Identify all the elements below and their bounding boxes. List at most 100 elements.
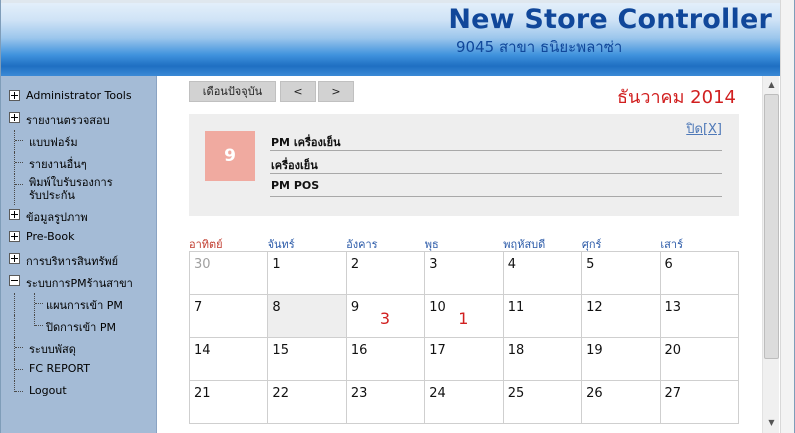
event-count-link[interactable]: 1 xyxy=(458,309,468,328)
current-month-button[interactable]: เดือนปัจจุบัน xyxy=(189,81,276,102)
day-number: 16 xyxy=(350,343,368,358)
calendar-day-cell[interactable]: 19 xyxy=(582,338,661,381)
calendar-day-cell[interactable]: 10 1 xyxy=(425,295,504,338)
day-number: 8 xyxy=(272,300,281,315)
calendar-day-cell[interactable]: 11 xyxy=(503,295,583,338)
calendar-day-cell[interactable]: 12 xyxy=(582,295,661,338)
collapse-minus-icon[interactable] xyxy=(9,275,20,286)
sidebar-item-administrator-tools[interactable]: Administrator Tools xyxy=(1,86,156,108)
calendar-day-cell[interactable]: 16 xyxy=(346,338,426,381)
tree-connector xyxy=(15,184,23,185)
sidebar-item-pre-book[interactable]: Pre-Book xyxy=(1,227,156,249)
calendar-day-cell[interactable]: 17 xyxy=(425,338,504,381)
calendar-day-cell[interactable]: 30 xyxy=(190,252,269,295)
pm-task-row[interactable]: PM เครื่องเย็น xyxy=(270,129,722,151)
tree-connector xyxy=(35,303,43,304)
sidebar-item-label-line1: พิมพ์ใบรับรองการ xyxy=(29,176,113,189)
tree-connector xyxy=(15,391,23,392)
day-number: 1 xyxy=(272,257,281,272)
content-scrollbar[interactable]: ▲ ▼ xyxy=(762,76,779,433)
day-number: 15 xyxy=(272,343,289,358)
sidebar-item-other-reports[interactable]: รายงานอื่นๆ xyxy=(1,152,156,174)
calendar-day-cell[interactable]: 14 xyxy=(190,338,269,381)
pm-task-row[interactable]: PM POS xyxy=(270,175,722,197)
tree-connector xyxy=(14,152,15,174)
next-month-button[interactable]: > xyxy=(318,81,354,102)
pm-task-row[interactable]: เครื่องเย็น xyxy=(270,152,722,174)
prev-month-button[interactable]: < xyxy=(280,81,316,102)
main-content: เดือนปัจจุบัน < > ธันวาคม 2014 ปิด[X] 9 … xyxy=(158,76,762,433)
sidebar-item-label: พิมพ์ใบรับรองการ รับประกัน xyxy=(29,176,113,202)
calendar-day-cell[interactable]: 15 xyxy=(268,338,347,381)
sidebar-item-print-warranty[interactable]: พิมพ์ใบรับรองการ รับประกัน xyxy=(1,174,156,205)
day-number: 11 xyxy=(507,300,525,315)
sidebar-item-pm-close[interactable]: ปิดการเข้า PM xyxy=(1,315,156,337)
calendar-day-cell[interactable]: 20 xyxy=(660,338,739,381)
sidebar-item-supplies-system[interactable]: ระบบพัสดุ xyxy=(1,337,156,359)
day-number: 19 xyxy=(586,343,603,358)
scroll-thumb[interactable] xyxy=(764,94,779,359)
calendar-day-cell[interactable]: 4 xyxy=(503,252,583,295)
calendar-day-cell[interactable]: 13 xyxy=(660,295,739,338)
day-number: 26 xyxy=(586,386,603,401)
calendar-day-cell[interactable]: 7 xyxy=(190,295,269,338)
expand-plus-icon[interactable] xyxy=(9,253,20,264)
scroll-up-arrow-icon[interactable]: ▲ xyxy=(764,77,779,92)
calendar-day-cell[interactable]: 25 xyxy=(503,381,583,424)
calendar-weekday-header: อาทิตย์ จันทร์ อังคาร พุธ พฤหัสบดี ศุกร์ เสาร์ xyxy=(189,235,739,251)
sidebar-item-label: Logout xyxy=(29,384,67,397)
calendar-day-cell[interactable]: 5 xyxy=(582,252,661,295)
month-title: ธันวาคม 2014 xyxy=(617,87,736,108)
calendar-day-cell[interactable]: 8 xyxy=(268,295,347,338)
day-number: 12 xyxy=(586,300,603,315)
sidebar-item-forms[interactable]: แบบฟอร์ม xyxy=(1,130,156,152)
app-title: New Store Controller xyxy=(448,4,772,35)
day-number: 13 xyxy=(664,300,682,315)
calendar-day-cell[interactable]: 2 xyxy=(346,252,426,295)
day-number: 24 xyxy=(429,386,446,401)
calendar-day-cell[interactable]: 26 xyxy=(582,381,661,424)
calendar-day-cell[interactable]: 93 xyxy=(346,295,426,338)
calendar-day-cell[interactable]: 1 xyxy=(268,252,347,295)
calendar-grid: 30 1 2 3 4 5 6 7 8 9 3 10 1 11 12 13 14 15 16 17 18 19 20 21 22 2… xyxy=(189,251,739,424)
calendar-day-cell[interactable]: 24 xyxy=(425,381,504,424)
calendar-week-row: 30 1 2 3 4 5 6 xyxy=(190,252,739,295)
sidebar-item-image-data[interactable]: ข้อมูลรูปภาพ xyxy=(1,205,156,227)
store-name: 9045 สาขา ธนิยะพลาซ่า xyxy=(456,38,623,56)
day-number: 23 xyxy=(350,386,368,401)
calendar-day-cell[interactable]: 3 xyxy=(425,252,504,295)
window-scrollbar[interactable] xyxy=(780,0,794,433)
sidebar-item-fc-report[interactable]: FC REPORT xyxy=(1,359,156,381)
sidebar-item-label-line2: รับประกัน xyxy=(29,189,75,202)
sidebar-item-logout[interactable]: Logout xyxy=(1,381,156,403)
sidebar-item-pm-plan[interactable]: แผนการเข้า PM xyxy=(1,293,156,315)
sidebar-item-label: รายงานอื่นๆ xyxy=(29,158,87,171)
event-count-link[interactable]: 3 xyxy=(380,309,390,328)
calendar-day-cell[interactable]: 18 xyxy=(503,338,583,381)
day-number: 25 xyxy=(507,386,525,401)
calendar-day-cell[interactable]: 23 xyxy=(346,381,426,424)
selected-day-badge: 9 xyxy=(205,131,255,181)
day-number: 20 xyxy=(664,343,682,358)
sidebar-item-label: การบริหารสินทรัพย์ xyxy=(26,255,119,268)
tree-connector xyxy=(15,140,23,141)
calendar-day-cell[interactable]: 27 xyxy=(660,381,739,424)
tree-connector xyxy=(14,359,15,381)
expand-plus-icon[interactable] xyxy=(9,112,20,123)
expand-plus-icon[interactable] xyxy=(9,209,20,220)
day-number: 22 xyxy=(272,386,289,401)
sidebar-item-audit-report[interactable]: รายงานตรวจสอบ xyxy=(1,108,156,130)
day-number: 17 xyxy=(429,343,446,358)
calendar-day-cell[interactable]: 22 xyxy=(268,381,347,424)
calendar-day-cell[interactable]: 21 xyxy=(190,381,269,424)
scroll-down-arrow-icon[interactable]: ▼ xyxy=(764,415,779,430)
tree-connector xyxy=(34,293,35,315)
day-number: 10 xyxy=(429,300,446,315)
sidebar-item-label: แบบฟอร์ม xyxy=(29,136,78,149)
day-number: 9 xyxy=(350,300,360,315)
sidebar-item-asset-management[interactable]: การบริหารสินทรัพย์ xyxy=(1,249,156,271)
calendar-day-cell[interactable]: 6 xyxy=(660,252,739,295)
expand-plus-icon[interactable] xyxy=(9,231,20,242)
expand-plus-icon[interactable] xyxy=(9,90,20,101)
sidebar-item-branch-pm-system[interactable]: ระบบการPMร้านสาขา xyxy=(1,271,156,293)
